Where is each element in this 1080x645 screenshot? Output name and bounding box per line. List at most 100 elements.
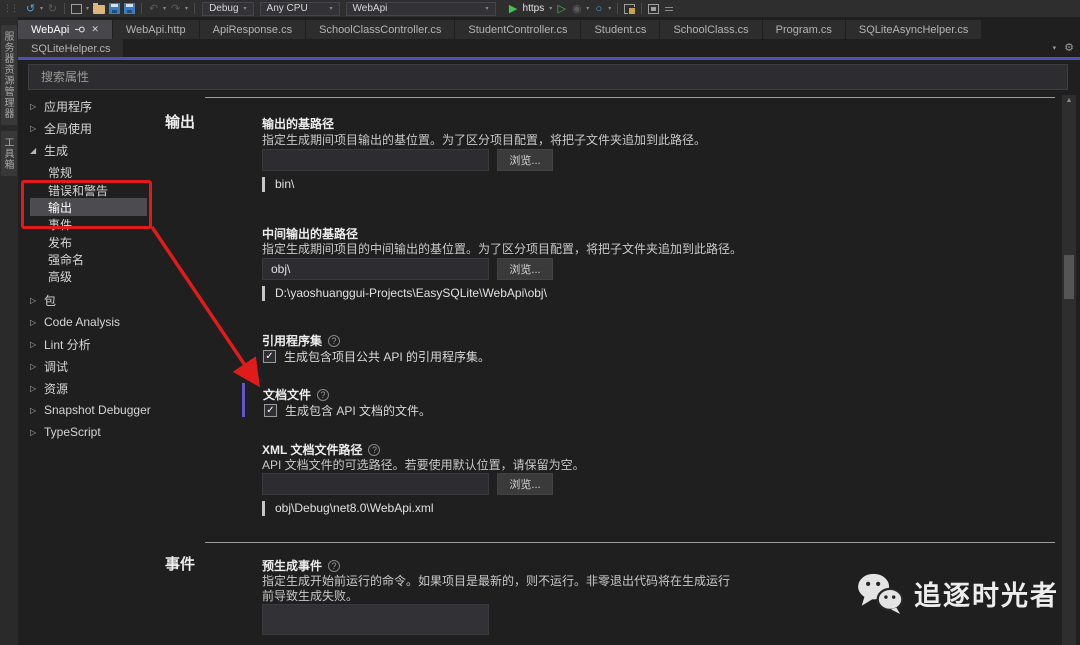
visual-studio-window: ⋮⋮ ↺ ▾ ↻ ▾ ↶ ▾ ↷ ▾ Debug ▾ Any CPU ▾ Web… <box>0 0 1080 645</box>
prebuild-event-label: 预生成事件 <box>262 557 340 574</box>
prebuild-event-textarea[interactable] <box>262 604 489 635</box>
prebuild-event-desc: 指定生成开始前运行的命令。如果项目是最新的，则不运行。非零退出代码将在生成运行前… <box>262 574 737 604</box>
tab-sqliteasynchelper[interactable]: SQLiteAsyncHelper.cs <box>846 20 981 39</box>
tab-schoolclass[interactable]: SchoolClass.cs <box>660 20 761 39</box>
help-icon[interactable] <box>328 560 340 572</box>
run-icon[interactable]: ▶ <box>507 2 520 16</box>
nav-item-general[interactable]: 常规 <box>30 163 147 181</box>
wechat-icon <box>856 572 904 614</box>
xml-doc-path-input[interactable] <box>262 473 489 495</box>
reference-assembly-checkbox[interactable] <box>263 350 276 363</box>
search-properties-input[interactable] <box>28 64 1068 90</box>
nav-item-global-usings[interactable]: 全局使用 <box>30 119 92 137</box>
nav-item-events[interactable]: 事件 <box>30 215 147 233</box>
vertical-scrollbar[interactable]: ▲ <box>1062 95 1076 645</box>
platform-dropdown[interactable]: Any CPU ▾ <box>260 2 340 16</box>
tab-list-caret-icon[interactable]: ▾ <box>1053 44 1057 52</box>
nav-item-output[interactable]: 输出 <box>30 198 147 216</box>
run-profile-label[interactable]: https <box>523 3 545 14</box>
documentation-file-row: 生成包含 API 文档的文件。 <box>264 402 431 419</box>
navigate-back-caret-icon[interactable]: ▾ <box>40 5 43 12</box>
intermediate-output-input[interactable] <box>262 258 489 280</box>
startup-project-dropdown[interactable]: WebApi ▾ <box>346 2 496 16</box>
find-in-files-icon[interactable] <box>624 4 635 14</box>
solution-explorer-icon[interactable] <box>648 4 659 14</box>
help-icon[interactable] <box>368 444 380 456</box>
section-title-output: 输出 <box>165 111 195 132</box>
nav-item-publish[interactable]: 发布 <box>30 233 147 251</box>
nav-item-application[interactable]: 应用程序 <box>30 97 92 115</box>
nav-item-debug[interactable]: 调试 <box>30 357 68 375</box>
undo-icon[interactable]: ↶ <box>147 2 160 16</box>
save-icon[interactable] <box>109 3 120 14</box>
section-separator <box>205 542 1055 543</box>
tab-student[interactable]: Student.cs <box>581 20 659 39</box>
refresh-caret-icon[interactable]: ▾ <box>608 5 611 12</box>
toolbar-separator <box>64 3 65 14</box>
run-without-debug-icon[interactable]: ▷ <box>555 2 568 16</box>
nav-item-snapshot-debugger[interactable]: Snapshot Debugger <box>30 401 151 419</box>
navigate-back-icon[interactable]: ↺ <box>24 2 37 16</box>
close-icon[interactable]: ✕ <box>91 24 99 35</box>
nav-item-strong-naming[interactable]: 强命名 <box>30 250 147 268</box>
new-window-caret-icon[interactable]: ▾ <box>86 5 89 12</box>
redo-caret-icon[interactable]: ▾ <box>185 5 188 12</box>
side-tab-toolbox[interactable]: 工具箱 <box>1 131 17 176</box>
pin-icon[interactable] <box>75 25 85 34</box>
intermediate-output-browse-button[interactable]: 浏览... <box>497 258 553 280</box>
tab-studentcontroller[interactable]: StudentController.cs <box>455 20 580 39</box>
nav-item-resources[interactable]: 资源 <box>30 379 68 397</box>
nav-item-build[interactable]: 生成 <box>30 141 68 159</box>
run-caret-icon[interactable]: ▾ <box>549 5 552 12</box>
new-window-icon[interactable] <box>71 4 82 14</box>
scroll-up-icon[interactable]: ▲ <box>1062 97 1076 104</box>
documentation-file-checkbox[interactable] <box>264 404 277 417</box>
triangle-down-icon <box>30 146 44 155</box>
undo-caret-icon[interactable]: ▾ <box>163 5 166 12</box>
section-title-events: 事件 <box>165 553 195 574</box>
tab-webapi[interactable]: WebApi ✕ <box>18 20 112 39</box>
document-tab-bar: WebApi ✕ WebApi.http ApiResponse.cs Scho… <box>18 20 1080 39</box>
xml-doc-path-desc: API 文档文件的可选路径。若要使用默认位置，请保留为空。 <box>262 458 585 473</box>
nav-item-code-analysis[interactable]: Code Analysis <box>30 313 120 331</box>
toolbar-separator <box>194 3 195 14</box>
nav-item-package[interactable]: 包 <box>30 291 56 309</box>
chevron-down-icon: ▾ <box>486 5 489 12</box>
chevron-right-icon <box>30 296 44 305</box>
configuration-dropdown[interactable]: Debug ▾ <box>202 2 253 16</box>
tab-schoolclasscontroller[interactable]: SchoolClassController.cs <box>306 20 454 39</box>
help-icon[interactable] <box>317 389 329 401</box>
scrollbar-thumb[interactable] <box>1064 255 1074 299</box>
chevron-right-icon <box>30 318 44 327</box>
hot-reload-caret-icon[interactable]: ▾ <box>586 5 589 12</box>
toolbar-overflow-icon[interactable] <box>665 7 673 11</box>
hot-reload-icon[interactable]: ◉ <box>570 2 583 16</box>
documentation-file-label: 文档文件 <box>263 386 329 403</box>
base-output-path-input[interactable] <box>262 149 489 171</box>
tab-sqlitehelper[interactable]: SQLiteHelper.cs <box>18 39 123 58</box>
intermediate-output-preview: D:\yaoshuanggui-Projects\EasySQLite\WebA… <box>262 286 547 301</box>
tab-program[interactable]: Program.cs <box>763 20 845 39</box>
tab-webapi-http[interactable]: WebApi.http <box>113 20 199 39</box>
navigate-forward-icon[interactable]: ↻ <box>46 2 59 16</box>
chevron-right-icon <box>30 340 44 349</box>
refresh-icon[interactable]: ○ <box>592 2 605 16</box>
side-tab-server-explorer[interactable]: 服务器资源管理器 <box>1 25 17 125</box>
nav-item-lint[interactable]: Lint 分析 <box>30 335 91 353</box>
tab-apiresponse[interactable]: ApiResponse.cs <box>200 20 306 39</box>
toolbar-separator <box>141 3 142 14</box>
redo-icon[interactable]: ↷ <box>169 2 182 16</box>
chevron-down-icon: ▾ <box>330 5 333 12</box>
help-icon[interactable] <box>328 335 340 347</box>
nav-item-advanced[interactable]: 高级 <box>30 267 147 285</box>
chevron-right-icon <box>30 406 44 415</box>
toolbar-grip[interactable]: ⋮⋮ <box>3 3 17 14</box>
save-all-icon[interactable] <box>124 3 135 14</box>
nav-item-errors-warnings[interactable]: 错误和警告 <box>30 181 147 199</box>
nav-item-typescript[interactable]: TypeScript <box>30 423 101 441</box>
xml-doc-path-label: XML 文档文件路径 <box>262 441 380 458</box>
xml-doc-path-browse-button[interactable]: 浏览... <box>497 473 553 495</box>
open-folder-icon[interactable] <box>93 5 105 14</box>
gear-icon[interactable]: ⚙ <box>1064 41 1074 54</box>
base-output-browse-button[interactable]: 浏览... <box>497 149 553 171</box>
